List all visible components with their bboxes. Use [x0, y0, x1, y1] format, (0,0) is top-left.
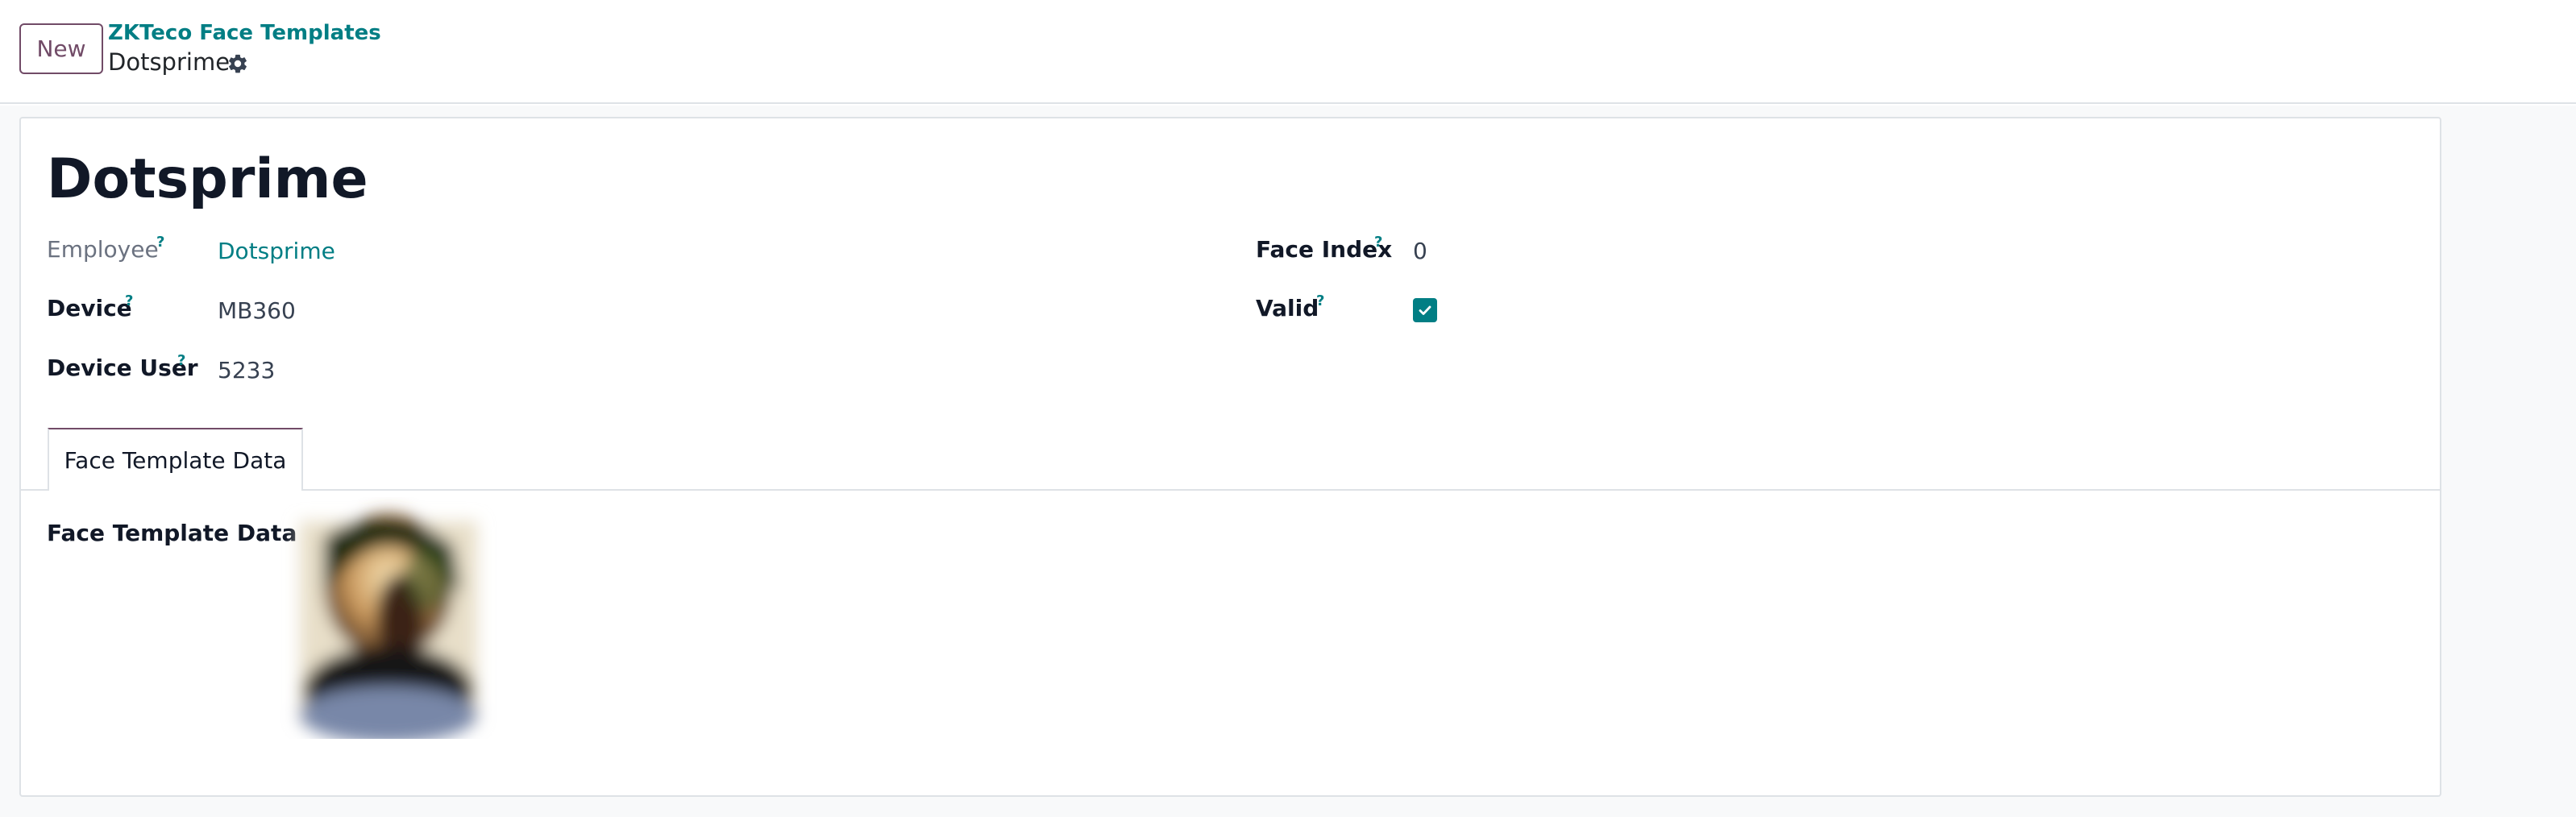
form-sheet: Dotsprime Employee ? Dotsprime Device ? … [19, 117, 2441, 797]
face-index-value[interactable]: 0 [1413, 238, 1427, 264]
new-button[interactable]: New [19, 23, 103, 74]
valid-help-icon[interactable]: ? [1316, 292, 1324, 309]
employee-label: Employee [47, 236, 159, 263]
device-user-label: Device User [47, 355, 198, 381]
gear-icon[interactable] [226, 52, 249, 75]
face-template-image[interactable] [268, 497, 509, 739]
device-user-value[interactable]: 5233 [218, 357, 275, 384]
checkmark-icon [1419, 305, 1431, 315]
face-index-help-icon[interactable]: ? [1374, 234, 1382, 251]
valid-checkbox[interactable] [1413, 298, 1437, 322]
face-index-label: Face Index [1256, 236, 1393, 263]
employee-value-link[interactable]: Dotsprime [218, 238, 335, 264]
notebook-tab-divider [21, 489, 2440, 491]
device-help-icon[interactable]: ? [125, 292, 133, 309]
valid-label: Valid [1256, 295, 1319, 321]
device-label: Device [47, 295, 132, 321]
device-user-help-icon[interactable]: ? [177, 352, 185, 369]
device-value[interactable]: MB360 [218, 297, 296, 324]
record-name-heading: Dotsprime [47, 147, 368, 211]
face-template-data-label: Face Template Data [47, 520, 297, 546]
employee-help-icon[interactable]: ? [156, 234, 164, 251]
breadcrumb-current-record: Dotsprime [108, 48, 231, 76]
breadcrumb-link[interactable]: ZKTeco Face Templates [108, 21, 381, 45]
control-panel: New ZKTeco Face Templates Dotsprime [0, 0, 2576, 104]
tab-face-template-data[interactable]: Face Template Data [48, 428, 303, 491]
